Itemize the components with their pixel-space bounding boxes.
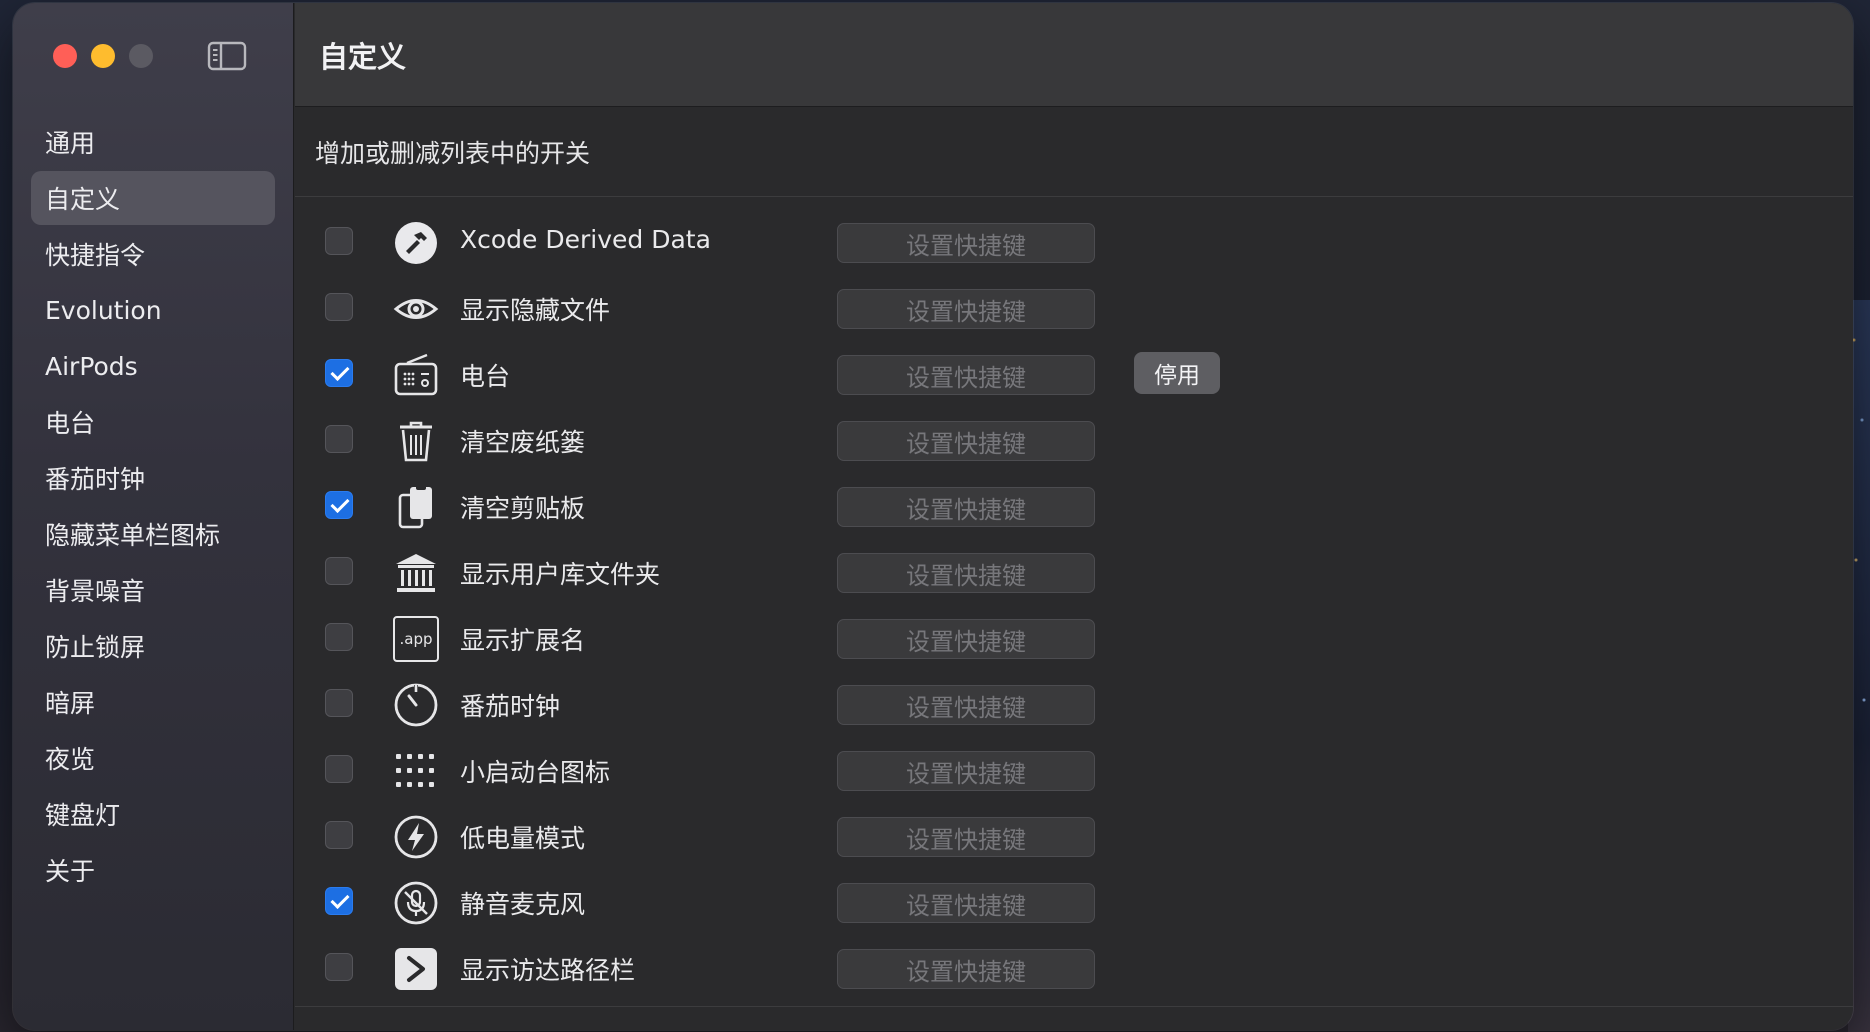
app-extension-icon: .app bbox=[393, 616, 439, 662]
set-shortcut-button[interactable]: 设置快捷键 bbox=[837, 355, 1095, 395]
sidebar-item-shortcuts[interactable]: 快捷指令 bbox=[31, 227, 275, 281]
toggle-checkbox[interactable] bbox=[325, 491, 353, 519]
toggle-label: 小启动台图标 bbox=[460, 758, 611, 787]
toggle-label: 显示扩展名 bbox=[460, 626, 586, 655]
toggle-checkbox[interactable] bbox=[325, 887, 353, 915]
timer-icon bbox=[393, 682, 439, 728]
toggle-checkbox[interactable] bbox=[325, 359, 353, 387]
toggle-row-pomodoro: 番茄时钟 设置快捷键 bbox=[295, 671, 1853, 737]
toggle-row-clear-clipboard: 清空剪贴板 设置快捷键 bbox=[295, 473, 1853, 539]
settings-window: 通用 自定义 快捷指令 Evolution AirPods 电台 番茄时钟 隐藏… bbox=[13, 3, 1853, 1030]
zoom-button[interactable] bbox=[129, 44, 153, 68]
trash-icon bbox=[393, 418, 439, 464]
set-shortcut-button[interactable]: 设置快捷键 bbox=[837, 421, 1095, 461]
toggle-row-low-power-mode: 低电量模式 设置快捷键 bbox=[295, 803, 1853, 869]
toggle-checkbox[interactable] bbox=[325, 821, 353, 849]
toggle-label: 低电量模式 bbox=[460, 824, 586, 853]
toggle-row-show-hidden-files: 显示隐藏文件 设置快捷键 bbox=[295, 275, 1853, 341]
toggle-checkbox[interactable] bbox=[325, 755, 353, 783]
toggle-checkbox[interactable] bbox=[325, 953, 353, 981]
toggle-row-show-user-library: 显示用户库文件夹 设置快捷键 bbox=[295, 539, 1853, 605]
toggle-label: 清空废纸篓 bbox=[460, 428, 586, 457]
toggle-checkbox[interactable] bbox=[325, 623, 353, 651]
toggle-label: 清空剪贴板 bbox=[460, 494, 586, 523]
page-title: 自定义 bbox=[319, 39, 407, 74]
minimize-button[interactable] bbox=[91, 44, 115, 68]
section-description: 增加或删减列表中的开关 bbox=[295, 107, 1853, 197]
set-shortcut-button[interactable]: 设置快捷键 bbox=[837, 685, 1095, 725]
toggle-row-radio: 电台 设置快捷键 停用 bbox=[295, 341, 1853, 407]
sidebar-item-evolution[interactable]: Evolution bbox=[31, 283, 275, 337]
toggle-row-empty-trash: 清空废纸篓 设置快捷键 bbox=[295, 407, 1853, 473]
toggle-label: Xcode Derived Data bbox=[460, 225, 711, 254]
eye-icon bbox=[393, 286, 439, 332]
toggle-row-show-extensions: .app 显示扩展名 设置快捷键 bbox=[295, 605, 1853, 671]
toggle-checkbox[interactable] bbox=[325, 557, 353, 585]
set-shortcut-button[interactable]: 设置快捷键 bbox=[837, 817, 1095, 857]
toggle-label: 显示访达路径栏 bbox=[460, 956, 636, 985]
sidebar-item-background-noise[interactable]: 背景噪音 bbox=[31, 563, 275, 617]
disable-button[interactable]: 停用 bbox=[1134, 352, 1220, 394]
toggle-label: 显示用户库文件夹 bbox=[460, 560, 661, 589]
set-shortcut-button[interactable]: 设置快捷键 bbox=[837, 553, 1095, 593]
title-bar: 自定义 bbox=[295, 3, 1853, 107]
toggle-label: 静音麦克风 bbox=[460, 890, 586, 919]
toggle-row-mute-microphone: 静音麦克风 设置快捷键 bbox=[295, 869, 1853, 935]
toggle-row-finder-path-bar: 显示访达路径栏 设置快捷键 bbox=[295, 935, 1853, 1001]
library-icon bbox=[393, 550, 439, 596]
sidebar-nav: 通用 自定义 快捷指令 Evolution AirPods 电台 番茄时钟 隐藏… bbox=[31, 115, 275, 899]
main-panel: 自定义 增加或删减列表中的开关 Xcode Derived Data 设置快捷键 bbox=[295, 3, 1853, 1030]
sidebar-item-dim-screen[interactable]: 暗屏 bbox=[31, 675, 275, 729]
toggle-label: 番茄时钟 bbox=[460, 692, 561, 721]
sidebar-toggle-icon[interactable] bbox=[207, 40, 247, 72]
radio-icon bbox=[393, 352, 439, 398]
set-shortcut-button[interactable]: 设置快捷键 bbox=[837, 289, 1095, 329]
toggle-label: 电台 bbox=[460, 362, 511, 391]
svg-text:.app: .app bbox=[399, 630, 432, 648]
clipboard-icon bbox=[393, 484, 439, 530]
set-shortcut-button[interactable]: 设置快捷键 bbox=[837, 487, 1095, 527]
sidebar-item-pomodoro[interactable]: 番茄时钟 bbox=[31, 451, 275, 505]
sidebar-item-prevent-lock[interactable]: 防止锁屏 bbox=[31, 619, 275, 673]
window-controls bbox=[53, 44, 153, 68]
chevron-right-icon bbox=[393, 946, 439, 992]
toggle-checkbox[interactable] bbox=[325, 425, 353, 453]
sidebar-item-night-shift[interactable]: 夜览 bbox=[31, 731, 275, 785]
toggle-label: 显示隐藏文件 bbox=[460, 296, 611, 325]
toggle-checkbox[interactable] bbox=[325, 227, 353, 255]
set-shortcut-button[interactable]: 设置快捷键 bbox=[837, 949, 1095, 989]
toggle-checkbox[interactable] bbox=[325, 689, 353, 717]
sidebar-item-keyboard-light[interactable]: 键盘灯 bbox=[31, 787, 275, 841]
sidebar-item-about[interactable]: 关于 bbox=[31, 843, 275, 897]
sidebar-item-general[interactable]: 通用 bbox=[31, 115, 275, 169]
divider bbox=[295, 1006, 1853, 1007]
toggle-row-launchpad-icon: 小启动台图标 设置快捷键 bbox=[295, 737, 1853, 803]
toggle-checkbox[interactable] bbox=[325, 293, 353, 321]
sidebar-item-customize[interactable]: 自定义 bbox=[31, 171, 275, 225]
set-shortcut-button[interactable]: 设置快捷键 bbox=[837, 223, 1095, 263]
sidebar: 通用 自定义 快捷指令 Evolution AirPods 电台 番茄时钟 隐藏… bbox=[13, 3, 294, 1030]
close-button[interactable] bbox=[53, 44, 77, 68]
grid-icon bbox=[393, 748, 439, 794]
sidebar-item-radio[interactable]: 电台 bbox=[31, 395, 275, 449]
set-shortcut-button[interactable]: 设置快捷键 bbox=[837, 751, 1095, 791]
mic-mute-icon bbox=[393, 880, 439, 926]
sidebar-item-airpods[interactable]: AirPods bbox=[31, 339, 275, 393]
hammer-icon bbox=[393, 220, 439, 266]
set-shortcut-button[interactable]: 设置快捷键 bbox=[837, 619, 1095, 659]
toggle-row-xcode-derived-data: Xcode Derived Data 设置快捷键 bbox=[295, 209, 1853, 275]
set-shortcut-button[interactable]: 设置快捷键 bbox=[837, 883, 1095, 923]
sidebar-item-hide-menubar-icons[interactable]: 隐藏菜单栏图标 bbox=[31, 507, 275, 561]
bolt-icon bbox=[393, 814, 439, 860]
